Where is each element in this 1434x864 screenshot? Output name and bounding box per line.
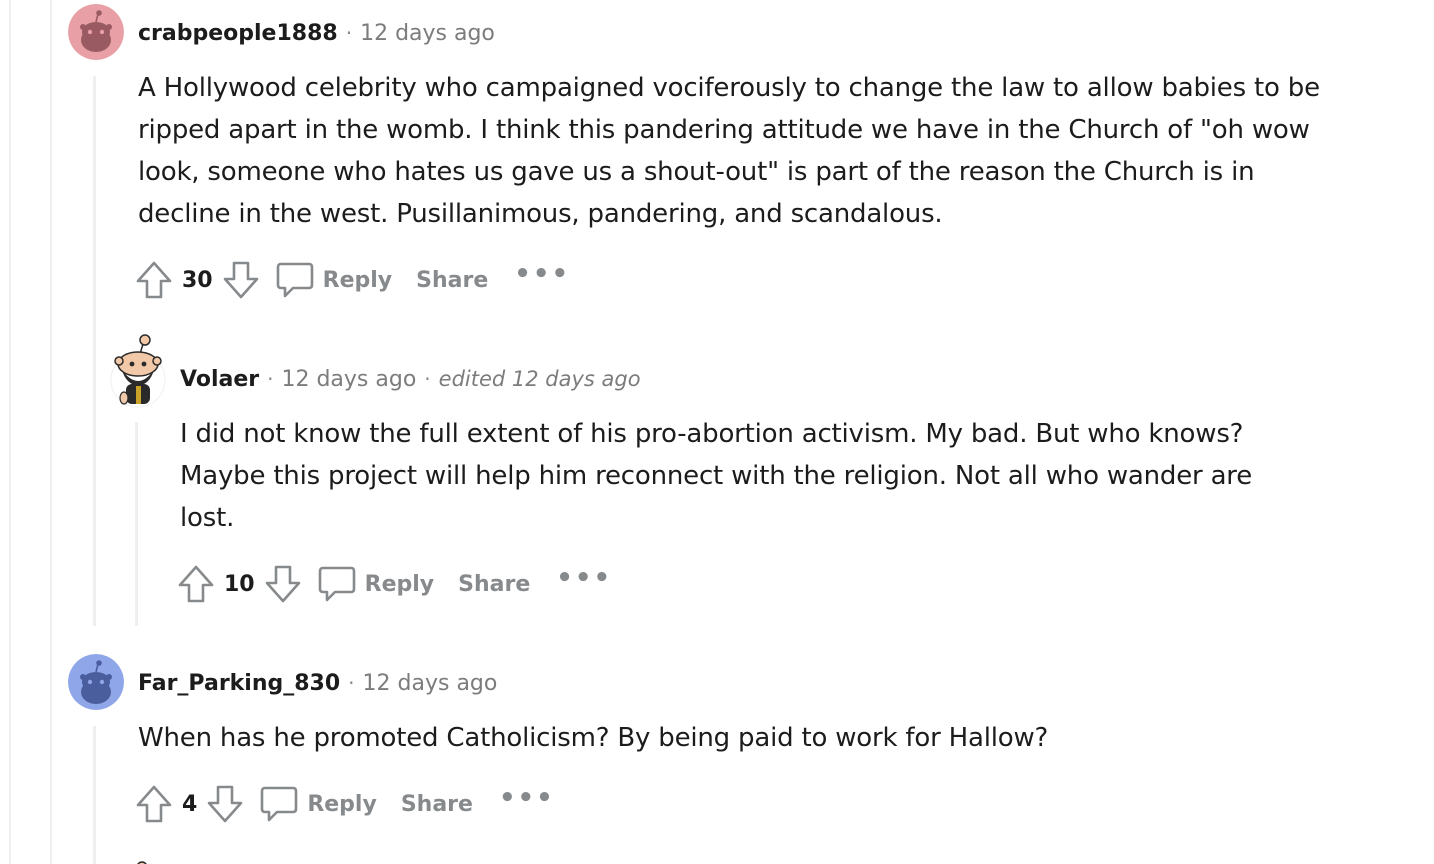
separator-dot: · xyxy=(424,367,431,391)
share-button[interactable]: Share xyxy=(416,268,488,293)
comment-bubble-icon xyxy=(315,563,359,605)
reply-label: Reply xyxy=(307,791,377,817)
share-button[interactable]: Share xyxy=(401,792,473,817)
edited-timestamp: edited 12 days ago xyxy=(438,367,641,391)
separator-dot: · xyxy=(348,671,355,695)
share-button[interactable]: Share xyxy=(458,572,530,597)
comment-actions: 30 Reply Share ••• xyxy=(134,258,570,302)
vote-score: 4 xyxy=(182,791,198,817)
comment-meta: Volaer · 12 days ago · edited 12 days ag… xyxy=(180,364,641,395)
thread-line-crabpeople[interactable] xyxy=(93,76,96,626)
arrow-up-icon[interactable] xyxy=(176,563,216,605)
snoo-avatar-icon xyxy=(68,4,124,60)
username[interactable]: Far_Parking_830 xyxy=(138,669,340,699)
ellipsis-icon[interactable]: ••• xyxy=(499,785,555,815)
comment-actions: 4 Reply Share ••• xyxy=(134,782,555,826)
arrow-up-icon[interactable] xyxy=(134,259,174,301)
ellipsis-icon[interactable]: ••• xyxy=(514,261,570,291)
reply-label: Reply xyxy=(364,571,435,597)
avatar[interactable] xyxy=(68,654,124,710)
parent-thread-line[interactable] xyxy=(50,0,52,864)
username[interactable]: crabpeople1888 xyxy=(138,19,338,49)
ellipsis-icon[interactable]: ••• xyxy=(556,565,612,595)
comment-body: A Hollywood celebrity who campaigned voc… xyxy=(138,73,1320,229)
avatar[interactable] xyxy=(110,334,166,408)
username[interactable]: Volaer xyxy=(180,365,259,395)
snoo-avatar-icon xyxy=(68,654,124,710)
comment-actions: 10 Reply Share ••• xyxy=(176,562,612,606)
separator-dot: · xyxy=(345,21,353,45)
comment-bubble-icon xyxy=(257,783,301,825)
reply-label: Reply xyxy=(322,267,393,293)
reply-button[interactable]: Reply xyxy=(303,563,435,605)
comment-bubble-icon xyxy=(273,259,317,301)
reply-button[interactable]: Reply xyxy=(245,783,377,825)
comment-body: I did not know the full extent of his pr… xyxy=(180,419,1253,533)
thread-line-far-parking[interactable] xyxy=(93,726,96,864)
thread-line-volaer[interactable] xyxy=(135,422,138,626)
arrow-up-icon[interactable] xyxy=(134,783,174,825)
arrow-down-icon[interactable] xyxy=(221,259,261,301)
vote-score: 30 xyxy=(182,267,213,293)
timestamp[interactable]: 12 days ago xyxy=(360,19,495,49)
arrow-down-icon[interactable] xyxy=(205,783,245,825)
separator-dot: · xyxy=(267,367,274,391)
comment-body: When has he promoted Catholicism? By bei… xyxy=(138,723,1049,753)
timestamp[interactable]: 12 days ago xyxy=(281,365,416,395)
comment-meta: Far_Parking_830 · 12 days ago xyxy=(138,668,497,699)
outer-thread-line xyxy=(9,0,11,864)
arrow-down-icon[interactable] xyxy=(263,563,303,605)
avatar[interactable] xyxy=(68,4,124,60)
next-comment-avatar-partial[interactable] xyxy=(128,854,156,864)
timestamp[interactable]: 12 days ago xyxy=(363,669,498,699)
comment-meta: crabpeople1888 · 12 days ago xyxy=(138,18,495,49)
vote-score: 10 xyxy=(224,571,255,597)
snoo-avatar-icon xyxy=(137,861,147,864)
reply-button[interactable]: Reply xyxy=(261,259,393,301)
snoo-avatar-icon xyxy=(110,334,166,408)
